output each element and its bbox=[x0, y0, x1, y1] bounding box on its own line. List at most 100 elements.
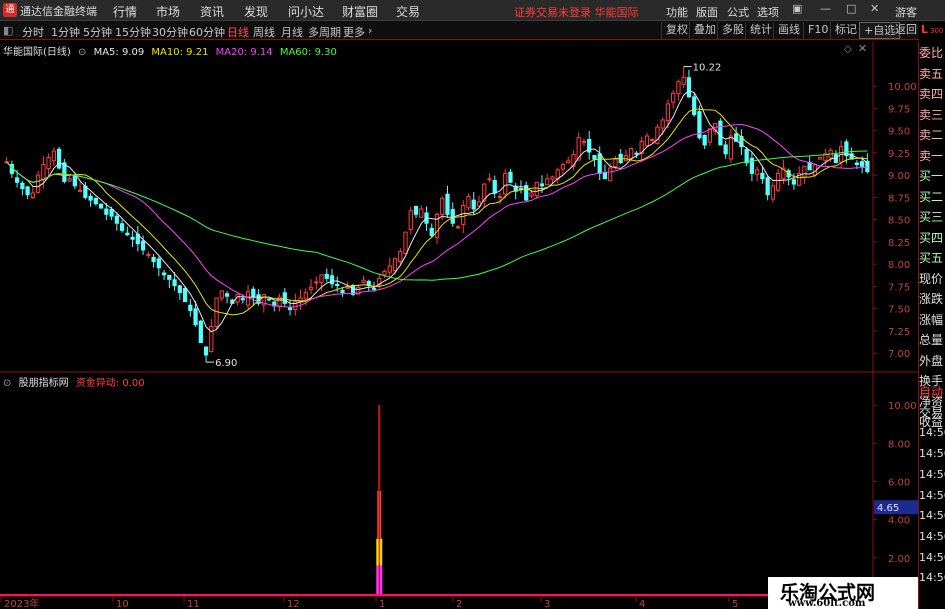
menu-market[interactable]: 市场 bbox=[156, 3, 180, 20]
side-item[interactable]: 14:56 bbox=[919, 568, 945, 588]
mark-button[interactable]: 标记 bbox=[830, 22, 861, 39]
period-1min[interactable]: 1分钟 bbox=[51, 24, 80, 40]
candle-body bbox=[692, 96, 697, 116]
candle-body bbox=[581, 140, 587, 143]
side-item[interactable]: 委比 bbox=[919, 43, 945, 63]
chevron-right-icon[interactable]: › bbox=[368, 24, 372, 37]
menu-formula[interactable]: 公式 bbox=[727, 4, 749, 20]
menu-function[interactable]: 功能 bbox=[666, 4, 688, 20]
side-item[interactable]: 买五 bbox=[919, 248, 945, 268]
candle-body bbox=[119, 223, 125, 231]
restore-rights-button[interactable]: 复权 bbox=[661, 22, 692, 39]
side-item[interactable]: 14:56 bbox=[919, 548, 945, 568]
y-tick-label: 7.50 bbox=[888, 305, 910, 316]
draw-line-button[interactable]: 画线 bbox=[773, 22, 804, 39]
user-label[interactable]: 游客 bbox=[895, 4, 917, 20]
candle-body bbox=[802, 165, 807, 178]
close-icon[interactable]: ✕ bbox=[870, 2, 879, 15]
candle-body bbox=[371, 287, 377, 290]
sub-info-line: ⊙ 股朋指标网 资金异动: 0.00 bbox=[3, 374, 149, 389]
side-item[interactable]: 自动 bbox=[919, 382, 945, 402]
candle-body bbox=[403, 231, 408, 255]
side-item[interactable]: 涨跌 bbox=[919, 289, 945, 309]
panel-close-icon[interactable]: ✕ bbox=[858, 42, 867, 55]
period-intraday[interactable]: 分时 bbox=[22, 24, 44, 40]
menu-news[interactable]: 资讯 bbox=[200, 3, 224, 20]
statistics-button[interactable]: 统计 bbox=[745, 22, 776, 39]
menu-wealth[interactable]: 财富圈 bbox=[342, 3, 378, 20]
multi-stock-button[interactable]: 多股 bbox=[717, 22, 748, 39]
side-item[interactable]: 总量 bbox=[919, 330, 945, 350]
period-30min[interactable]: 30分钟 bbox=[152, 24, 188, 40]
x-tick-label: 4 bbox=[639, 599, 645, 609]
menu-trade[interactable]: 交易 bbox=[396, 3, 420, 20]
side-item[interactable]: 买四 bbox=[919, 228, 945, 248]
candle-body bbox=[219, 290, 224, 299]
candle-body bbox=[728, 135, 734, 160]
candle-body bbox=[413, 205, 419, 215]
menu-layout[interactable]: 版面 bbox=[696, 4, 718, 20]
menu-options[interactable]: 选项 bbox=[757, 4, 779, 20]
candle-body bbox=[455, 226, 461, 229]
side-item[interactable]: 买二 bbox=[919, 187, 945, 207]
overlay-button[interactable]: 叠加 bbox=[689, 22, 720, 39]
side-item[interactable]: 交易 bbox=[919, 403, 945, 423]
period-more[interactable]: 更多 bbox=[343, 24, 365, 40]
corner-l: L bbox=[921, 23, 929, 36]
settings-circle-icon[interactable]: ⊙ bbox=[3, 378, 11, 389]
candle-body bbox=[760, 172, 765, 180]
period-monthly[interactable]: 月线 bbox=[281, 24, 303, 40]
candle-body bbox=[461, 204, 466, 225]
side-item[interactable]: 外盘 bbox=[919, 351, 945, 371]
side-item[interactable]: 卖一 bbox=[919, 146, 945, 166]
candle-body bbox=[109, 208, 114, 217]
side-item[interactable]: 卖二 bbox=[919, 125, 945, 145]
period-multi[interactable]: 多周期 bbox=[308, 24, 341, 40]
candle-body bbox=[340, 289, 345, 294]
side-item[interactable]: 14:56 bbox=[919, 506, 945, 526]
y-tick-label: 7.00 bbox=[888, 349, 910, 360]
indicator-name: 股朋指标网 bbox=[18, 378, 69, 389]
indicator-value: 资金异动: 0.00 bbox=[75, 378, 145, 389]
candle-body bbox=[434, 213, 440, 238]
toggle-panel-icon[interactable]: ◧ bbox=[3, 24, 13, 37]
side-item[interactable]: 14:56 bbox=[919, 527, 945, 547]
maximize-icon[interactable]: □ bbox=[846, 2, 856, 15]
menu-ask[interactable]: 问小达 bbox=[288, 3, 324, 20]
period-5min[interactable]: 5分钟 bbox=[83, 24, 112, 40]
x-tick-label: 5 bbox=[732, 599, 738, 609]
side-item[interactable]: 卖四 bbox=[919, 84, 945, 104]
side-item[interactable]: 卖五 bbox=[919, 64, 945, 84]
side-item[interactable]: 14:56 bbox=[919, 423, 945, 443]
side-item[interactable]: 买三 bbox=[919, 207, 945, 227]
skin-icon[interactable]: ▣ bbox=[792, 2, 802, 15]
candle-body bbox=[770, 185, 776, 200]
period-60min[interactable]: 60分钟 bbox=[189, 24, 225, 40]
side-item[interactable]: 14:56 bbox=[919, 486, 945, 506]
menu-discover[interactable]: 发现 bbox=[244, 3, 268, 20]
minimize-icon[interactable]: — bbox=[820, 2, 831, 15]
candle-body bbox=[776, 172, 781, 191]
back-button[interactable]: 返回 bbox=[890, 22, 921, 39]
period-15min[interactable]: 15分钟 bbox=[115, 24, 151, 40]
kline-chart-area[interactable]: 10.00 9.75 9.50 9.25 9.00 8.75 8.50 8.25 8.00 7.7… bbox=[0, 41, 945, 609]
candle-body bbox=[308, 286, 314, 291]
candle-body bbox=[539, 183, 545, 187]
f10-button[interactable]: F10 bbox=[803, 22, 832, 39]
panel-settings-icon[interactable]: ◇ bbox=[844, 44, 852, 55]
menu-hangqing[interactable]: 行情 bbox=[113, 3, 137, 20]
side-item[interactable]: 14:56 bbox=[919, 444, 945, 464]
login-alert[interactable]: 证券交易未登录 华能国际 bbox=[514, 4, 639, 20]
side-item[interactable]: 卖三 bbox=[919, 105, 945, 125]
side-item[interactable]: 涨幅 bbox=[919, 310, 945, 330]
kline-chart[interactable]: 10.00 9.75 9.50 9.25 9.00 8.75 8.50 8.25 8.00 7.7… bbox=[0, 41, 945, 609]
x-tick-label: 1 bbox=[379, 599, 385, 609]
period-daily[interactable]: 日线 bbox=[227, 24, 249, 40]
candle-body bbox=[282, 292, 287, 304]
period-weekly[interactable]: 周线 bbox=[253, 24, 275, 40]
side-item[interactable]: 买一 bbox=[919, 166, 945, 186]
side-item[interactable]: 14:56 bbox=[919, 465, 945, 485]
side-item[interactable]: 现价 bbox=[919, 269, 945, 289]
settings-circle-icon[interactable]: ⊙ bbox=[78, 47, 86, 58]
main-info-line: 华能国际(日线) ⊙ MA5: 9.09 MA10: 9.21 MA20: 9.… bbox=[3, 43, 341, 58]
